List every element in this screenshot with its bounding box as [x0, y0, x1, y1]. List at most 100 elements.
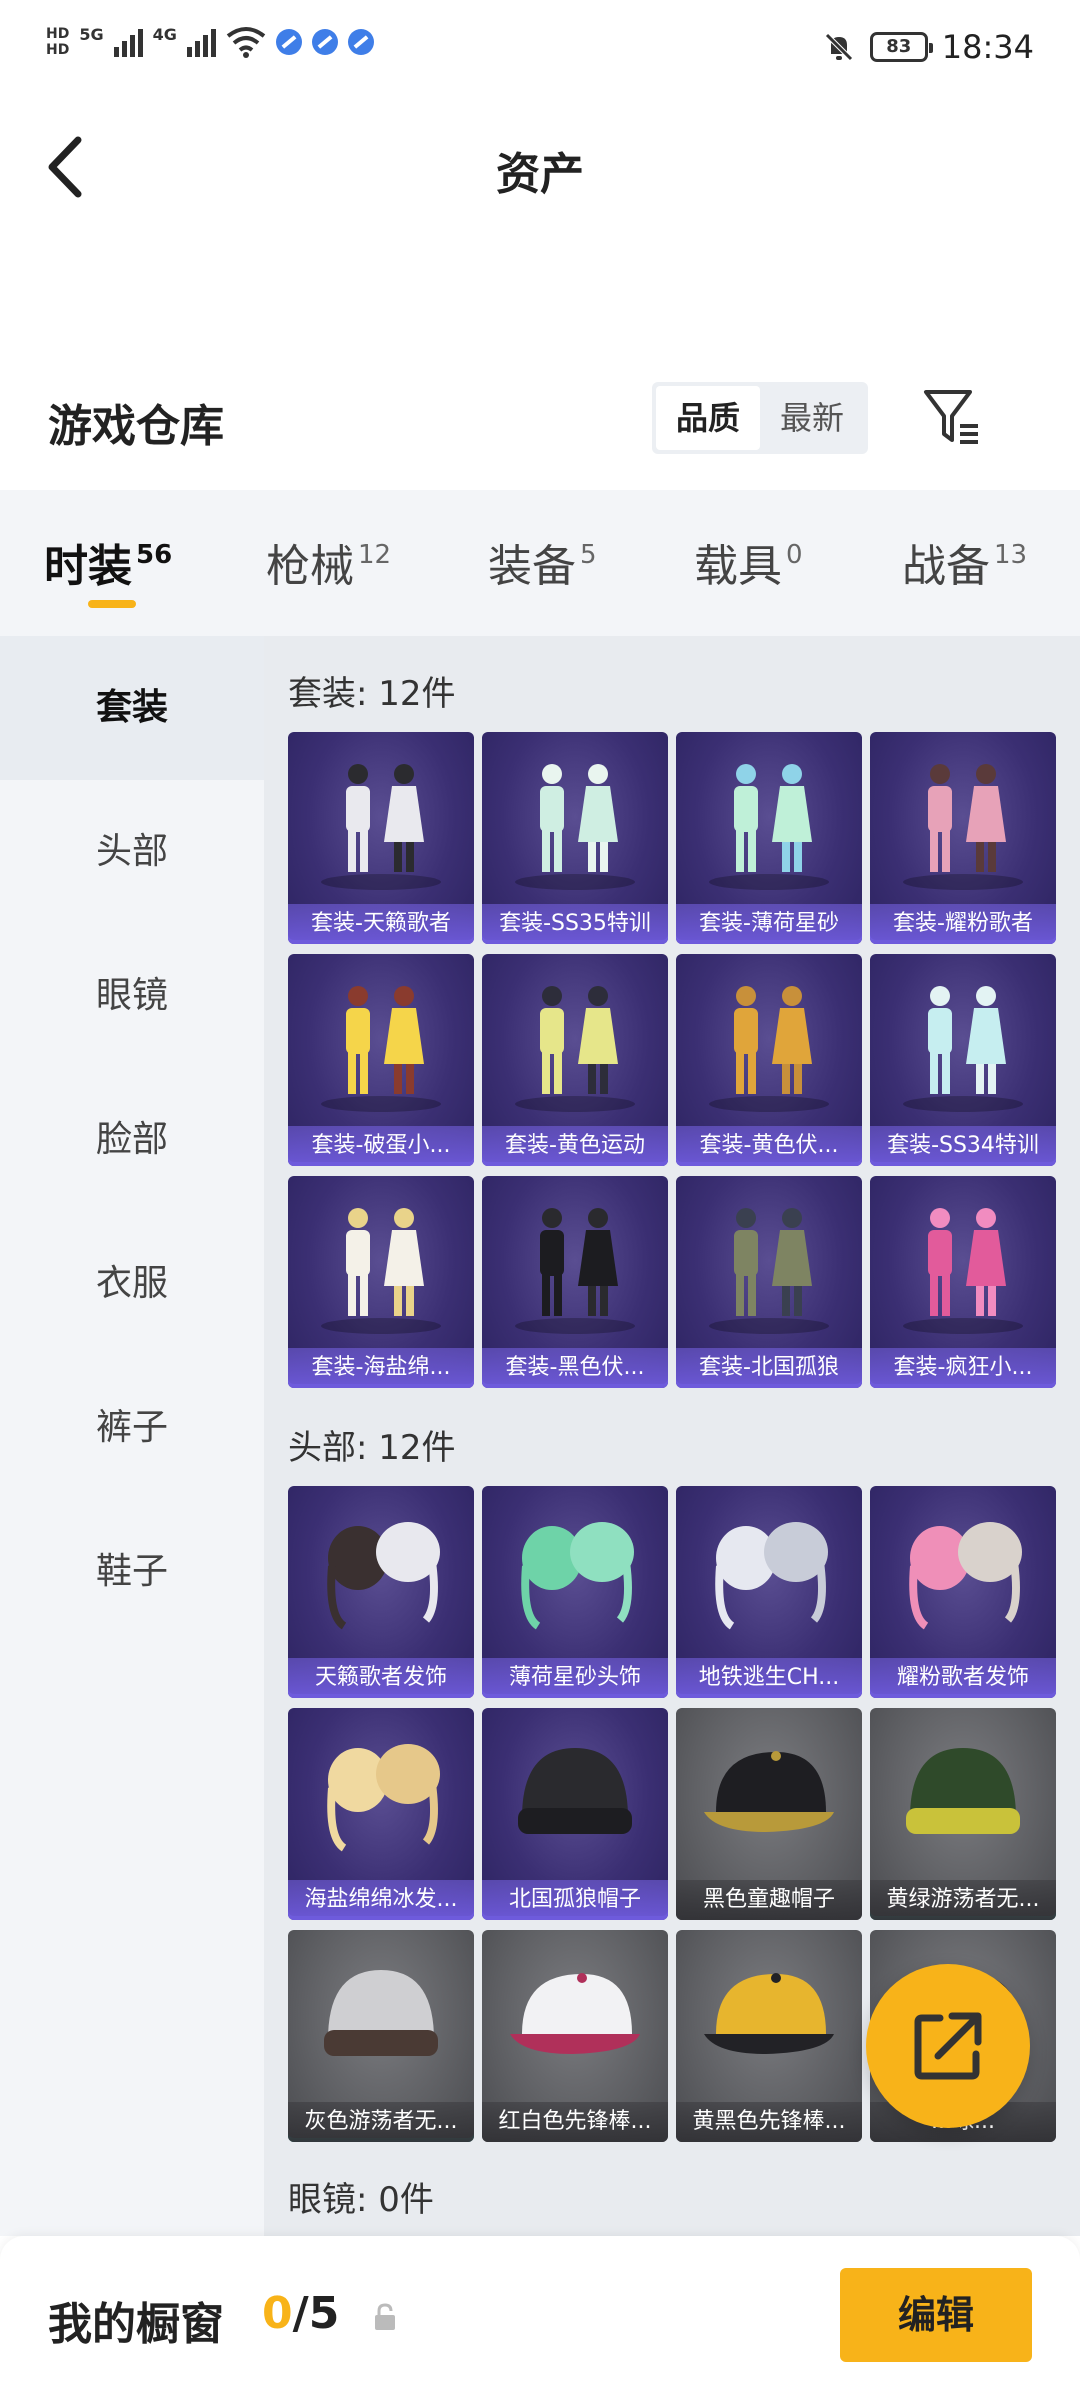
bottom-bar: 我的橱窗 0/5 编辑 [0, 2236, 1080, 2400]
tab-label: 枪械 [266, 541, 354, 592]
item-card[interactable]: 套装-黄色运动 [482, 954, 668, 1166]
item-card[interactable]: 套装-SS35特训 [482, 732, 668, 944]
item-card[interactable]: 套装-疯狂小... [870, 1176, 1056, 1388]
sidebar-item-pants[interactable]: 裤子 [0, 1356, 264, 1500]
item-card-label: 套装-破蛋小... [288, 1126, 474, 1166]
tab-label: 时装 [44, 541, 132, 592]
tab-count: 0 [786, 540, 803, 570]
item-card[interactable]: 套装-耀粉歌者 [870, 732, 1056, 944]
section-heading-head: 头部: 12件 [288, 1428, 456, 1468]
item-card-label: 套装-耀粉歌者 [870, 904, 1056, 944]
network-4g-label: 4G [152, 24, 177, 44]
outfit-chick-icon [321, 986, 441, 1112]
outfit-mint-icon [515, 764, 635, 890]
sidebar-item-head[interactable]: 头部 [0, 780, 264, 924]
item-card-label: 黄绿游荡者无... [870, 1880, 1056, 1920]
outfit-pink-icon [903, 764, 1023, 890]
tab-gear[interactable]: 装备 5 [488, 530, 597, 594]
item-card[interactable]: 套装-破蛋小... [288, 954, 474, 1166]
hair-dark-white-icon [327, 1522, 440, 1630]
sidebar-item-clothes[interactable]: 衣服 [0, 1212, 264, 1356]
showcase-label: 我的橱窗 [48, 2299, 224, 2350]
outfit-yellow-sport-icon [515, 986, 635, 1112]
item-card[interactable]: 地铁逃生CH... [676, 1486, 862, 1698]
hair-blonde-icon [327, 1744, 440, 1852]
mute-bell-icon [825, 33, 853, 61]
item-card[interactable]: 黄黑色先锋棒... [676, 1930, 862, 2142]
sidebar-item-suits[interactable]: 套装 [0, 636, 264, 780]
item-card[interactable]: 套装-黄色伏... [676, 954, 862, 1166]
status-bar-right: 83 18:34 [822, 28, 1034, 66]
share-fab-button[interactable] [866, 1964, 1030, 2128]
item-card[interactable]: 套装-北国孤狼 [676, 1176, 862, 1388]
item-card-label: 海盐绵绵冰发... [288, 1880, 474, 1920]
section-heading-glasses: 眼镜: 0件 [288, 2180, 434, 2220]
tab-label: 战备 [902, 541, 990, 592]
share-icon [914, 2012, 982, 2080]
tab-count: 13 [994, 540, 1028, 570]
item-card[interactable]: 黄绿游荡者无... [870, 1708, 1056, 1920]
sort-option-newest[interactable]: 最新 [760, 386, 864, 450]
lock-icon [375, 2303, 395, 2330]
showcase-separator: / [292, 2288, 309, 2339]
edit-button[interactable]: 编辑 [840, 2268, 1032, 2362]
tab-label: 载具 [694, 541, 782, 592]
outfit-mint-dress-icon [709, 764, 829, 890]
network-5g-label: 5G [79, 24, 104, 44]
item-card[interactable]: 套装-黑色伏... [482, 1176, 668, 1388]
item-card-label: 黑色童趣帽子 [676, 1880, 862, 1920]
item-card-label: 黄黑色先锋棒... [676, 2102, 862, 2142]
hair-pink-icon [909, 1522, 1022, 1630]
tab-guns[interactable]: 枪械 12 [266, 530, 391, 594]
item-card-label: 套装-黄色伏... [676, 1126, 862, 1166]
hair-mint-icon [521, 1522, 634, 1630]
tab-count: 12 [358, 540, 392, 570]
beanie-grey-icon [324, 1970, 438, 2056]
showcase-max: 5 [308, 2288, 340, 2339]
item-card[interactable]: 灰色游荡者无... [288, 1930, 474, 2142]
item-card-label: 北国孤狼帽子 [482, 1880, 668, 1920]
tab-fashion[interactable]: 时装 56 [44, 530, 172, 594]
app-notification-icon-3 [347, 29, 374, 55]
item-card[interactable]: 黑色童趣帽子 [676, 1708, 862, 1920]
wifi-icon [226, 27, 266, 58]
sidebar-item-face[interactable]: 脸部 [0, 1068, 264, 1212]
item-grid-suits: 套装-天籁歌者 套装-SS35特训 套装-薄荷星砂 套装-耀粉歌者 套装-破蛋小… [288, 732, 1056, 1388]
item-card-label: 薄荷星砂头饰 [482, 1658, 668, 1698]
item-card[interactable]: 红白色先锋棒... [482, 1930, 668, 2142]
item-card[interactable]: 海盐绵绵冰发... [288, 1708, 474, 1920]
sidebar-item-glasses[interactable]: 眼镜 [0, 924, 264, 1068]
page-title: 资产 [496, 149, 584, 200]
section-heading-suits: 套装: 12件 [288, 674, 456, 714]
hd-badge-2: HD [46, 42, 70, 58]
item-card[interactable]: 耀粉歌者发饰 [870, 1486, 1056, 1698]
hd-badges: HD HD [46, 26, 69, 58]
sort-toggle: 品质 最新 [652, 382, 868, 454]
item-card-label: 灰色游荡者无... [288, 2102, 474, 2142]
status-bar-left: HD HD 5G 4G [46, 24, 374, 58]
tab-supplies[interactable]: 战备 13 [902, 530, 1027, 594]
app-notification-icon-1 [275, 29, 302, 55]
outfit-olive-jacket-icon [709, 1208, 829, 1334]
sort-option-quality[interactable]: 品质 [656, 386, 760, 450]
item-card-label: 套装-疯狂小... [870, 1348, 1056, 1388]
tab-vehicles[interactable]: 载具 0 [694, 530, 803, 594]
item-card[interactable]: 薄荷星砂头饰 [482, 1486, 668, 1698]
outfit-seasalt-icon [321, 1208, 441, 1334]
outfit-pink-suit-icon [903, 1208, 1023, 1334]
app-notification-icon-2 [311, 29, 338, 55]
item-card-label: 红白色先锋棒... [482, 2102, 668, 2142]
cap-black-icon [704, 1751, 834, 1832]
tab-count: 56 [136, 540, 173, 570]
item-card[interactable]: 套装-薄荷星砂 [676, 732, 862, 944]
clock: 18:34 [941, 28, 1034, 66]
item-card[interactable]: 北国孤狼帽子 [482, 1708, 668, 1920]
item-card[interactable]: 套装-SS34特训 [870, 954, 1056, 1166]
filter-icon[interactable] [920, 382, 984, 454]
category-tabs: 时装 56 枪械 12 装备 5 载具 0 战备 13 [0, 490, 1080, 636]
sidebar-item-shoes[interactable]: 鞋子 [0, 1500, 264, 1644]
item-card[interactable]: 天籁歌者发饰 [288, 1486, 474, 1698]
item-card[interactable]: 套装-海盐绵... [288, 1176, 474, 1388]
item-card[interactable]: 套装-天籁歌者 [288, 732, 474, 944]
outfit-white-icon [321, 764, 441, 890]
